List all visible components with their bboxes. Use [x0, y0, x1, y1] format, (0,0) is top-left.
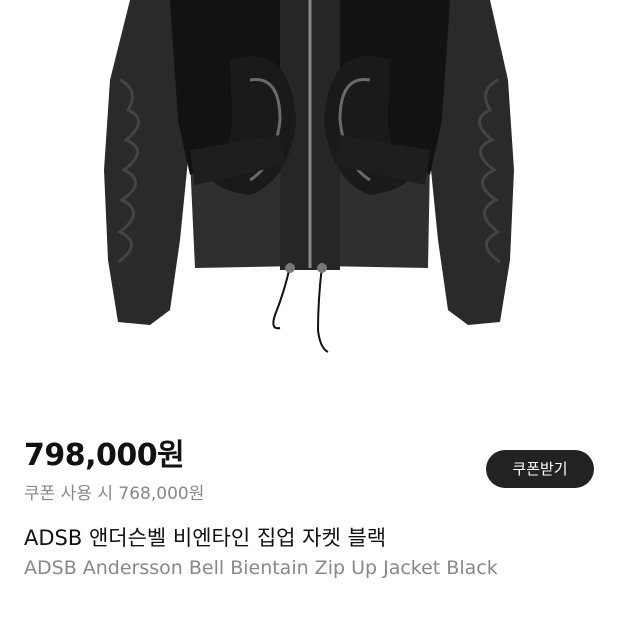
left-drawstring — [272, 265, 291, 330]
jacket-illustration — [104, 0, 514, 353]
product-price: 798,000원 — [24, 438, 185, 473]
product-image[interactable] — [0, 0, 620, 400]
product-page: 798,000원 쿠폰 사용 시 768,000원 쿠폰받기 ADSB 앤더슨벨… — [0, 0, 620, 620]
right-drawstring — [316, 265, 329, 353]
product-name-korean: ADSB 앤더슨벨 비엔타인 집업 자켓 블랙 — [24, 526, 387, 550]
coupon-price-text: 쿠폰 사용 시 768,000원 — [24, 484, 205, 504]
get-coupon-button[interactable]: 쿠폰받기 — [486, 450, 594, 488]
product-name-english: ADSB Andersson Bell Bientain Zip Up Jack… — [24, 557, 498, 579]
